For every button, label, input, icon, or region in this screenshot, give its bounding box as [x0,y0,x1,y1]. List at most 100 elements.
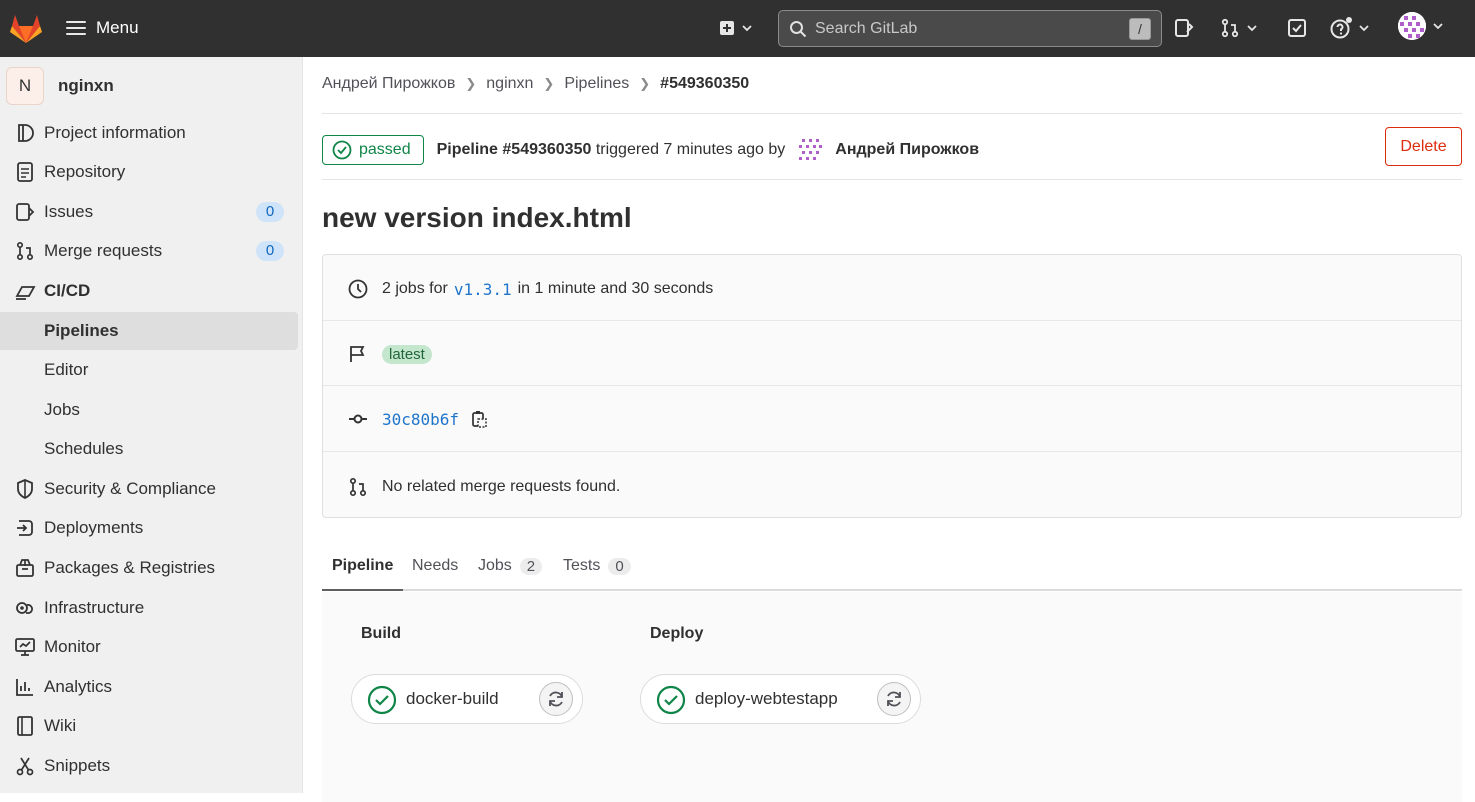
sidebar-item-packages-registries[interactable]: Packages & Registries [0,549,298,587]
sidebar-item-merge-requests[interactable]: Merge requests 0 [0,232,298,270]
status-label: passed [359,141,411,158]
job-name: deploy-webtestapp [695,689,838,708]
retry-button[interactable] [539,682,573,716]
pipeline-info-box: 2 jobs for v1.3.1 in 1 minute and 30 sec… [322,254,1462,518]
search-shortcut-hint: / [1129,18,1151,40]
sidebar-item-editor[interactable]: Editor [0,351,298,389]
breadcrumb-item-project[interactable]: nginxn [486,75,533,93]
status-badge[interactable]: passed [322,135,424,165]
clock-icon [347,278,369,300]
job-docker-build[interactable]: docker-build [351,674,583,724]
check-circle-icon [367,685,397,715]
todo-check-icon [1288,19,1306,37]
menu-button[interactable]: Menu [66,14,139,42]
sidebar-item-label: CI/CD [44,281,91,300]
issues-count-badge: 0 [256,202,284,222]
breadcrumb-item-pipelines[interactable]: Pipelines [564,75,629,93]
sidebar-item-repository[interactable]: Repository [0,153,298,191]
new-dropdown[interactable] [719,16,753,40]
merge-request-icon [14,240,36,262]
copy-icon[interactable] [469,409,489,429]
sidebar-item-security-compliance[interactable]: Security & Compliance [0,470,298,508]
chevron-right-icon: ❯ [543,76,555,91]
duration-text: in 1 minute and 30 seconds [517,280,714,297]
sidebar-item-jobs[interactable]: Jobs [0,391,298,429]
doc-icon [14,161,36,183]
search-input[interactable] [815,19,1115,38]
user-avatar [1398,12,1426,40]
hamburger-icon [66,21,86,35]
shield-icon [14,478,36,500]
sidebar-item-label: Schedules [44,439,124,458]
help-dropdown[interactable] [1330,16,1370,40]
monitor-icon [14,636,36,658]
chevron-down-icon [1359,25,1369,32]
search-box[interactable]: / [778,10,1162,47]
tab-pipeline[interactable]: Pipeline [322,543,404,591]
sidebar-item-label: Infrastructure [44,598,145,617]
search-icon [790,20,807,37]
sidebar-item-snippets[interactable]: Snippets [0,747,298,785]
merge-request-icon [347,476,369,498]
commit-icon [347,408,369,430]
issues-icon [14,201,36,223]
sidebar-item-schedules[interactable]: Schedules [0,430,298,468]
breadcrumb: Андрей Пирожков ❯ nginxn ❯ Pipelines ❯ #… [322,75,749,93]
breadcrumb-item-user[interactable]: Андрей Пирожков [322,75,455,93]
divider [323,385,1461,386]
tab-count-badge: 0 [608,557,631,575]
gitlab-logo-icon[interactable] [8,10,44,46]
author-avatar[interactable] [797,137,823,163]
sidebar-item-deployments[interactable]: Deployments [0,509,298,547]
retry-button[interactable] [877,682,911,716]
pipeline-summary: Pipeline #549360350 triggered 7 minutes … [437,141,786,159]
sidebar-item-label: Merge requests [44,241,163,260]
project-name: nginxn [58,76,114,95]
job-deploy-webtestapp[interactable]: deploy-webtestapp [640,674,921,724]
sidebar-item-infrastructure[interactable]: Infrastructure [0,589,298,627]
sidebar-item-label: Analytics [44,677,113,696]
sidebar-item-label: Project information [44,123,186,142]
sidebar-item-ci-cd[interactable]: CI/CD [0,272,298,310]
delete-button[interactable]: Delete [1385,127,1462,166]
sidebar-item-monitor[interactable]: Monitor [0,628,298,666]
sidebar-item-project-information[interactable]: Project information [0,114,298,152]
sidebar-item-label: Issues [44,202,94,221]
author-name[interactable]: Андрей Пирожков [835,141,979,159]
tab-count-badge: 2 [519,557,543,575]
snippet-icon [14,755,36,777]
chevron-right-icon: ❯ [465,76,477,91]
pipeline-id: Pipeline #549360350 [436,141,592,158]
merge-requests-row: No related merge requests found. [323,466,1461,508]
jobs-prefix: 2 jobs for [382,280,448,297]
help-icon [1330,17,1352,39]
chevron-down-icon [1433,23,1443,30]
commit-sha-link[interactable]: 30c80b6f [382,410,459,429]
check-circle-icon [332,140,352,160]
divider [322,179,1462,180]
pipeline-graph: Build docker-build Deploy deploy-webtest… [322,592,1462,802]
todos-button[interactable] [1287,16,1307,40]
sidebar: N nginxn Project information Repository … [0,57,303,793]
tab-label: Needs [412,557,459,574]
sidebar-item-label: Jobs [44,400,80,419]
project-header[interactable]: N nginxn [6,67,114,105]
ref-link[interactable]: v1.3.1 [454,280,512,299]
tab-jobs[interactable]: Jobs 2 [478,543,543,589]
merge-requests-count-badge: 0 [256,241,284,261]
tab-needs[interactable]: Needs [412,543,458,589]
sidebar-item-pipelines[interactable]: Pipelines [0,312,298,350]
sidebar-item-issues[interactable]: Issues 0 [0,193,298,231]
tab-tests[interactable]: Tests 0 [563,543,631,589]
merge-requests-dropdown[interactable] [1220,16,1258,40]
retry-icon [887,691,901,707]
sidebar-item-label: Deployments [44,518,144,537]
user-menu[interactable] [1398,12,1444,40]
issues-icon [1175,19,1194,37]
sidebar-item-label: Wiki [44,716,77,735]
sidebar-item-wiki[interactable]: Wiki [0,707,298,745]
sidebar-item-analytics[interactable]: Analytics [0,668,298,706]
breadcrumb-item-current[interactable]: #549360350 [660,75,749,93]
issues-shortcut[interactable] [1174,16,1194,40]
sidebar-item-label: Pipelines [44,321,119,340]
